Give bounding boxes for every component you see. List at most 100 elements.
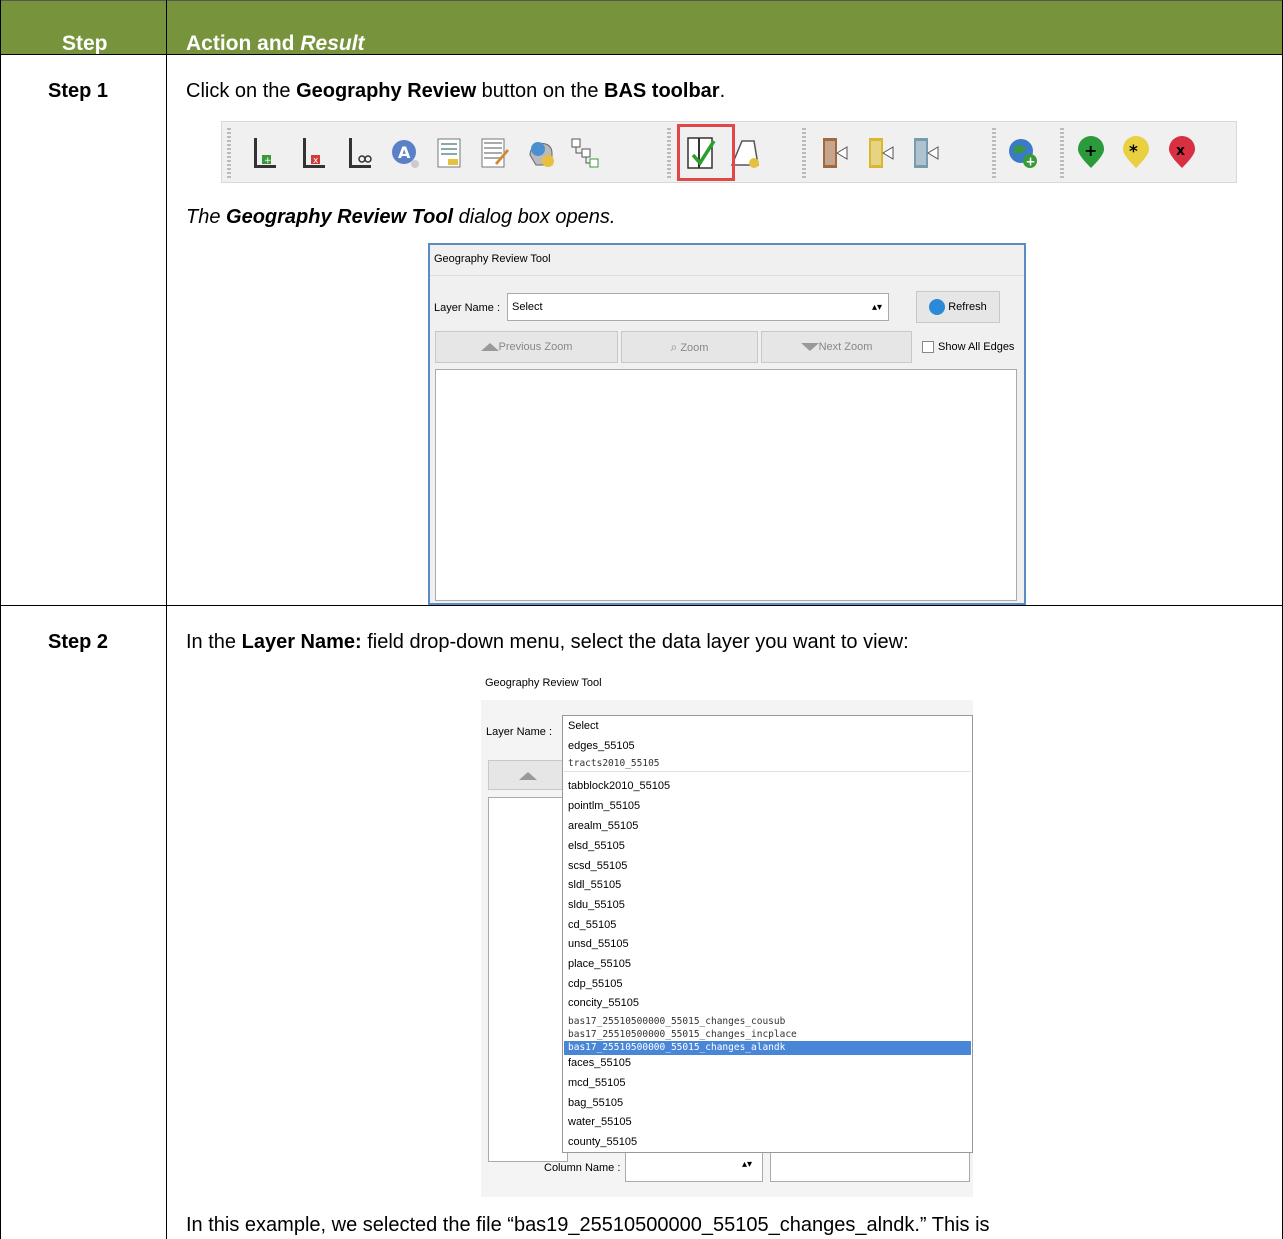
- dropdown-option[interactable]: arealm_55105: [568, 820, 638, 832]
- geography-review-dialog: Geography Review Tool Layer Name : Selec…: [428, 243, 1026, 605]
- step1-text-b: button on the: [476, 80, 605, 102]
- dialog-title: Geography Review Tool: [434, 253, 551, 265]
- up-triangle-icon: [480, 343, 499, 352]
- dialog2-title: Geography Review Tool: [485, 677, 602, 689]
- dropdown-option[interactable]: bas17_25510500000_55015_changes_cousub: [568, 1016, 785, 1027]
- dialog2-previous-zoom-button[interactable]: [488, 760, 568, 790]
- delete-line-icon[interactable]: x: [297, 135, 331, 171]
- step2-text-a: In the: [186, 631, 242, 653]
- address-icon[interactable]: A: [388, 135, 422, 171]
- step2-text-b: field drop-down menu, select the data la…: [361, 631, 909, 653]
- svg-text:x: x: [1176, 143, 1185, 159]
- dropdown-option[interactable]: pointlm_55105: [568, 800, 640, 812]
- refresh-label: Refresh: [948, 301, 987, 313]
- toolbar-separator: [992, 128, 996, 178]
- column-name-label: Column Name :: [544, 1162, 621, 1174]
- dropdown-option[interactable]: sldl_55105: [568, 879, 621, 891]
- dropdown-option[interactable]: county_55105: [568, 1136, 637, 1148]
- step2-footer-text: In this example, we selected the file “b…: [186, 1214, 990, 1236]
- step2-label: Step 2: [48, 631, 109, 653]
- export-icon[interactable]: [865, 135, 899, 171]
- dropdown-option[interactable]: edges_55105: [568, 740, 635, 752]
- dropdown-option-selected[interactable]: bas17_25510500000_55015_changes_alandk: [568, 1042, 785, 1053]
- star-point-icon[interactable]: *: [1119, 135, 1153, 171]
- step1-result-a: The: [186, 206, 227, 228]
- step1-bold-b: BAS toolbar: [604, 80, 720, 102]
- title-divider: [430, 275, 1024, 276]
- dropdown-option[interactable]: water_55105: [568, 1116, 632, 1128]
- dropdown-option[interactable]: Select: [568, 720, 599, 732]
- form-icon[interactable]: [432, 135, 466, 171]
- split-line-icon[interactable]: [343, 135, 377, 171]
- dropdown-option[interactable]: concity_55105: [568, 997, 639, 1009]
- add-globe-icon[interactable]: +: [1006, 135, 1040, 171]
- step1-result-b: dialog box opens.: [453, 206, 616, 228]
- layer-name-select[interactable]: Select ▴▾: [507, 293, 889, 321]
- toolbar-grip: [227, 128, 231, 178]
- column-name-select[interactable]: ▴▾: [625, 1152, 763, 1182]
- dropdown-option[interactable]: bag_55105: [568, 1097, 623, 1109]
- remove-point-icon[interactable]: x: [1165, 135, 1199, 171]
- spinner-icon: ▴▾: [871, 302, 882, 313]
- svg-text:+: +: [264, 156, 272, 166]
- hierarchy-icon[interactable]: [568, 135, 602, 171]
- dropdown-option[interactable]: mcd_55105: [568, 1077, 626, 1089]
- geography-review-highlight: [677, 124, 735, 181]
- magnifier-icon: ⌕: [670, 340, 678, 354]
- refresh-icon: [929, 299, 946, 316]
- column-value-field[interactable]: [770, 1152, 970, 1182]
- step2-bold: Layer Name:: [241, 631, 362, 653]
- table-header: Step Action and Result: [0, 0, 1283, 56]
- zoom-button[interactable]: ⌕ Zoom: [621, 331, 758, 363]
- step1-text-c: .: [719, 80, 726, 102]
- dropdown-option[interactable]: tracts2010_55105: [568, 758, 660, 769]
- border-left: [0, 0, 1, 1239]
- dropdown-option[interactable]: faces_55105: [568, 1057, 631, 1069]
- table-icon[interactable]: [477, 135, 511, 171]
- svg-text:+: +: [1084, 141, 1097, 160]
- globe-head-icon[interactable]: [524, 135, 558, 171]
- svg-text:A: A: [398, 143, 411, 162]
- step1-result: The Geography Review Tool dialog box ope…: [186, 206, 615, 229]
- layer-name-label: Layer Name :: [434, 302, 501, 314]
- step1-text-a: Click on the: [186, 80, 297, 102]
- layer-name-dropdown[interactable]: Select edges_55105 tracts2010_55105 tabb…: [562, 715, 973, 1153]
- header-action: Action and Result: [186, 32, 365, 56]
- results-list[interactable]: [435, 369, 1017, 601]
- row-divider-2: [0, 605, 1283, 606]
- toolbar-separator: [1060, 128, 1064, 178]
- dropdown-option[interactable]: scsd_55105: [568, 860, 627, 872]
- dropdown-option[interactable]: bas17_25510500000_55015_changes_incplace: [568, 1029, 797, 1040]
- dropdown-option[interactable]: tabblock2010_55105: [568, 780, 670, 792]
- toolbar-separator: [667, 128, 671, 178]
- previous-zoom-button[interactable]: Previous Zoom: [435, 331, 618, 363]
- instruction-table: Step Action and Result Step 1 Click on t…: [0, 0, 1283, 1239]
- step2-instruction: In the Layer Name: field drop-down menu,…: [186, 631, 909, 654]
- add-line-icon[interactable]: +: [248, 135, 282, 171]
- export-alt-icon[interactable]: [910, 135, 944, 171]
- step1-result-bold: Geography Review Tool: [226, 206, 454, 228]
- dropdown-option[interactable]: sldu_55105: [568, 899, 625, 911]
- row-divider-1: [0, 54, 1283, 55]
- step1-label: Step 1: [48, 80, 109, 102]
- dialog2-results-list[interactable]: [488, 797, 568, 1162]
- dropdown-option[interactable]: cd_55105: [568, 919, 616, 931]
- svg-text:x: x: [313, 156, 319, 166]
- dropdown-option[interactable]: unsd_55105: [568, 938, 629, 950]
- next-zoom-button[interactable]: Next Zoom: [761, 331, 912, 363]
- dropdown-option[interactable]: elsd_55105: [568, 840, 625, 852]
- header-action-text: Action and: [186, 32, 301, 55]
- svg-text:*: *: [1129, 142, 1138, 162]
- next-zoom-label: Next Zoom: [818, 341, 873, 353]
- dropdown-option[interactable]: place_55105: [568, 958, 631, 970]
- toolbar-separator: [802, 128, 806, 178]
- previous-zoom-label: Previous Zoom: [498, 341, 573, 353]
- add-point-icon[interactable]: +: [1074, 135, 1108, 171]
- show-all-edges-checkbox[interactable]: [922, 341, 934, 353]
- refresh-button[interactable]: Refresh: [916, 291, 1000, 323]
- column-divider: [166, 0, 167, 1239]
- show-all-edges-label: Show All Edges: [938, 341, 1015, 353]
- dropdown-option[interactable]: cdp_55105: [568, 978, 622, 990]
- import-icon[interactable]: [819, 135, 853, 171]
- zoom-label: Zoom: [680, 342, 709, 354]
